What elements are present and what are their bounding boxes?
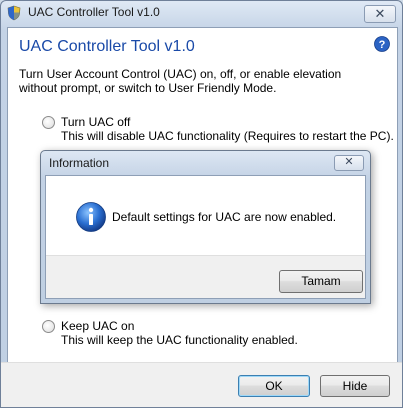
page-title: UAC Controller Tool v1.0 <box>19 38 195 55</box>
ok-button[interactable]: OK <box>238 375 310 397</box>
info-icon <box>76 202 106 232</box>
close-icon: ✕ <box>344 156 354 168</box>
dialog-body: Default settings for UAC are now enabled… <box>45 175 366 299</box>
close-icon: ✕ <box>374 6 386 21</box>
svg-text:?: ? <box>379 39 386 51</box>
dialog-close-button[interactable]: ✕ <box>334 155 364 171</box>
dialog-title: Information <box>49 156 110 170</box>
dialog-message: Default settings for UAC are now enabled… <box>112 210 337 224</box>
radio-keep-uac-on[interactable] <box>42 320 55 333</box>
help-icon[interactable]: ? <box>374 36 390 52</box>
option-label: Keep UAC on <box>61 319 135 333</box>
tamam-button[interactable]: Tamam <box>279 270 363 293</box>
information-dialog: Information ✕ Default settings for UAC a… <box>40 150 371 304</box>
page-description: Turn User Account Control (UAC) on, off,… <box>19 67 342 95</box>
option-description: This will keep the UAC functionality ena… <box>61 333 298 347</box>
shield-icon <box>7 5 21 21</box>
radio-turn-uac-off[interactable] <box>42 116 55 129</box>
window-close-button[interactable]: ✕ <box>364 5 396 23</box>
title-bar: UAC Controller Tool v1.0 ✕ <box>1 1 402 25</box>
hide-button[interactable]: Hide <box>320 375 390 397</box>
window-title: UAC Controller Tool v1.0 <box>28 5 160 19</box>
option-description: This will disable UAC functionality (Req… <box>61 129 394 143</box>
option-label: Turn UAC off <box>61 115 131 129</box>
